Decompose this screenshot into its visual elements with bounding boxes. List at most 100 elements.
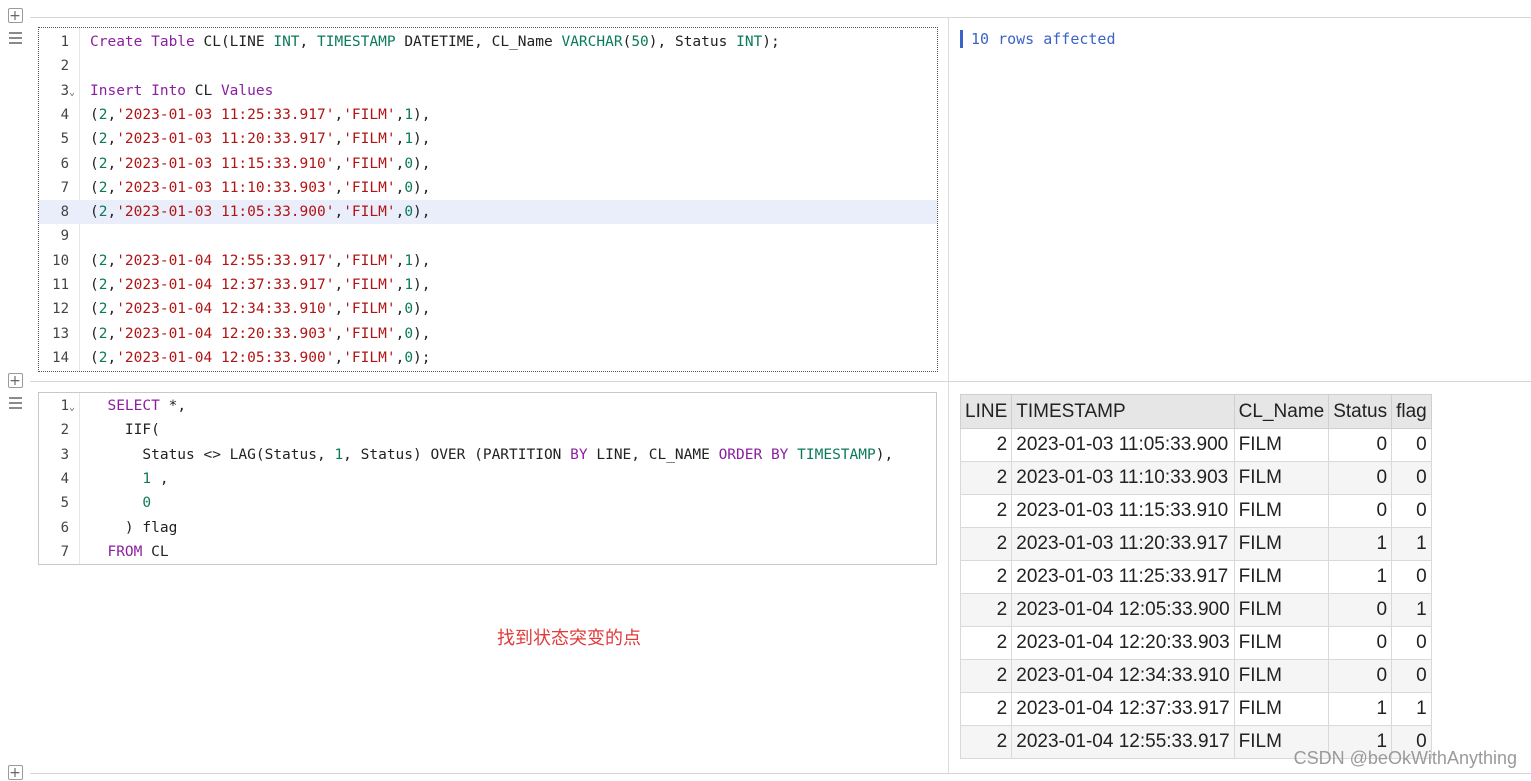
code-token: '2023-01-03 11:05:33.900'	[116, 204, 335, 221]
code-token: );	[762, 34, 780, 50]
code-line[interactable]: 9	[39, 224, 937, 248]
code-token: Insert Into	[90, 82, 187, 99]
table-cell: FILM	[1233, 527, 1330, 561]
code-token: '2023-01-03 11:15:33.910'	[116, 155, 335, 172]
chevron-down-icon[interactable]: ⌄	[69, 81, 75, 105]
cell2-controls: +	[6, 373, 24, 409]
table-row[interactable]: 2 2023-01-04 12:34:33.910 FILM 0 0	[959, 659, 1432, 693]
code-token: 0	[404, 349, 414, 366]
code-token: *,	[159, 398, 187, 414]
column-header[interactable]: LINE	[959, 394, 1013, 429]
code-token: TIMESTAMP	[797, 446, 876, 463]
code-line[interactable]: 11 (2,'2023-01-04 12:37:33.917','FILM',1)…	[39, 273, 937, 297]
table-cell: 0	[1328, 626, 1393, 660]
code-line[interactable]: 2 IIF(	[39, 418, 936, 442]
table-cell: FILM	[1233, 593, 1330, 627]
code-text: (2,'2023-01-04 12:34:33.910','FILM',0),	[90, 297, 431, 321]
table-cell: FILM	[1233, 560, 1330, 594]
code-text: ) flag	[90, 516, 177, 540]
code-line[interactable]: 5 0	[39, 491, 936, 515]
code-token: '2023-01-03 11:25:33.917'	[116, 106, 335, 123]
code-line[interactable]: 6 ) flag	[39, 516, 936, 540]
add-cell-icon[interactable]: +	[7, 8, 23, 23]
code-token: 1	[404, 252, 414, 269]
code-token: ),	[413, 106, 431, 123]
table-row[interactable]: 2 2023-01-03 11:10:33.903 FILM 0 0	[959, 461, 1432, 495]
add-cell-icon[interactable]: +	[7, 765, 23, 780]
code-line[interactable]: 14 (2,'2023-01-04 12:05:33.900','FILM',0)…	[39, 346, 937, 370]
code-text: Status <> LAG(Status, 1, Status) OVER (P…	[90, 443, 893, 467]
table-cell: FILM	[1233, 626, 1330, 660]
code-token: 'FILM'	[343, 325, 396, 342]
table-row[interactable]: 2 2023-01-04 12:37:33.917 FILM 1 1	[959, 692, 1432, 726]
cell-divider	[30, 381, 1531, 382]
code-token: DATETIME, CL_Name	[395, 34, 562, 50]
code-token: ,	[107, 179, 117, 196]
code-line[interactable]: 1 Create Table CL(LINE INT, TIMESTAMP DAT…	[39, 30, 937, 54]
code-token: 'FILM'	[343, 106, 396, 123]
code-text: IIF(	[90, 418, 160, 442]
code-line[interactable]: 4 (2,'2023-01-03 11:25:33.917','FILM',1),	[39, 103, 937, 127]
code-token: ,	[395, 301, 405, 318]
code-line[interactable]: 12 (2,'2023-01-04 12:34:33.910','FILM',0)…	[39, 297, 937, 321]
results-grid[interactable]: LINE TIMESTAMP CL_Name Status flag 2 2023-01-…	[959, 394, 1432, 759]
column-header[interactable]: flag	[1391, 394, 1432, 429]
code-token: 0	[404, 204, 414, 221]
line-number: 14	[52, 349, 69, 366]
sql-editor-cell-2[interactable]: 1 ⌄ SELECT *, 2 IIF(3 Status <> LAG(Status…	[38, 392, 937, 565]
code-token: 'FILM'	[343, 301, 396, 318]
code-line[interactable]: 5 (2,'2023-01-03 11:20:33.917','FILM',1),	[39, 127, 937, 151]
code-token: ,	[107, 106, 117, 123]
code-line[interactable]: 1 ⌄ SELECT *,	[39, 394, 936, 418]
code-token: CL	[186, 82, 221, 99]
table-cell: 1	[1391, 692, 1432, 726]
line-number: 12	[52, 301, 69, 318]
drag-handle-icon[interactable]	[8, 32, 22, 44]
code-token: 1	[404, 277, 414, 293]
sql-editor-cell-1[interactable]: 1 Create Table CL(LINE INT, TIMESTAMP DAT…	[38, 27, 938, 372]
code-line[interactable]: 4 1 ,	[39, 467, 936, 491]
code-line[interactable]: 3 ⌄ Insert Into CL Values	[39, 79, 937, 103]
table-row[interactable]: 2 2023-01-03 11:15:33.910 FILM 0 0	[959, 494, 1432, 528]
code-line[interactable]: 6 (2,'2023-01-03 11:15:33.910','FILM',0),	[39, 152, 937, 176]
table-row[interactable]: 2 2023-01-03 11:05:33.900 FILM 0 0	[959, 428, 1432, 462]
code-line[interactable]: 8 (2,'2023-01-03 11:05:33.900','FILM',0),	[39, 200, 937, 225]
column-header[interactable]: CL_Name	[1233, 394, 1330, 429]
line-number: 9	[60, 228, 69, 245]
chevron-down-icon[interactable]: ⌄	[69, 396, 75, 420]
line-number: 5	[60, 131, 69, 148]
column-header[interactable]: Status	[1328, 394, 1393, 429]
code-token: ,	[334, 179, 344, 196]
code-line[interactable]: 7 FROM CL	[39, 540, 936, 564]
code-text: Create Table CL(LINE INT, TIMESTAMP DATE…	[90, 30, 780, 54]
table-row[interactable]: 2 2023-01-03 11:25:33.917 FILM 1 0	[959, 560, 1432, 594]
code-line[interactable]: 3 Status <> LAG(Status, 1, Status) OVER …	[39, 443, 936, 467]
code-token: 'FILM'	[343, 131, 396, 148]
table-cell: 2023-01-03 11:15:33.910	[1011, 494, 1235, 528]
code-token: , Status) OVER (PARTITION	[343, 446, 571, 463]
code-line[interactable]: 2	[39, 54, 937, 78]
annotation-note: 找到状态突变的点	[497, 628, 641, 649]
add-cell-icon[interactable]: +	[7, 373, 23, 388]
code-token: (	[90, 349, 99, 366]
drag-handle-icon[interactable]	[8, 397, 22, 409]
code-line[interactable]: 13 (2,'2023-01-04 12:20:33.903','FILM',0)…	[39, 322, 937, 346]
table-cell: 0	[1391, 494, 1432, 528]
code-line[interactable]: 10 (2,'2023-01-04 12:55:33.917','FILM',1)…	[39, 249, 937, 273]
line-number: 2	[60, 58, 69, 75]
table-cell: 2023-01-04 12:05:33.900	[1011, 593, 1235, 627]
table-row[interactable]: 2 2023-01-04 12:05:33.900 FILM 0 1	[959, 593, 1432, 627]
code-text: (2,'2023-01-03 11:25:33.917','FILM',1),	[90, 103, 431, 127]
table-cell: 1	[1391, 527, 1432, 561]
column-header[interactable]: TIMESTAMP	[1011, 394, 1235, 429]
table-cell: 2	[959, 461, 1013, 495]
table-row[interactable]: 2 2023-01-03 11:20:33.917 FILM 1 1	[959, 527, 1432, 561]
code-token: 1	[334, 446, 344, 463]
code-token: ,	[334, 349, 344, 366]
code-token: (	[90, 277, 99, 293]
code-token: (	[90, 301, 99, 318]
code-line[interactable]: 7 (2,'2023-01-03 11:10:33.903','FILM',0),	[39, 176, 937, 200]
table-row[interactable]: 2 2023-01-04 12:20:33.903 FILM 0 0	[959, 626, 1432, 660]
